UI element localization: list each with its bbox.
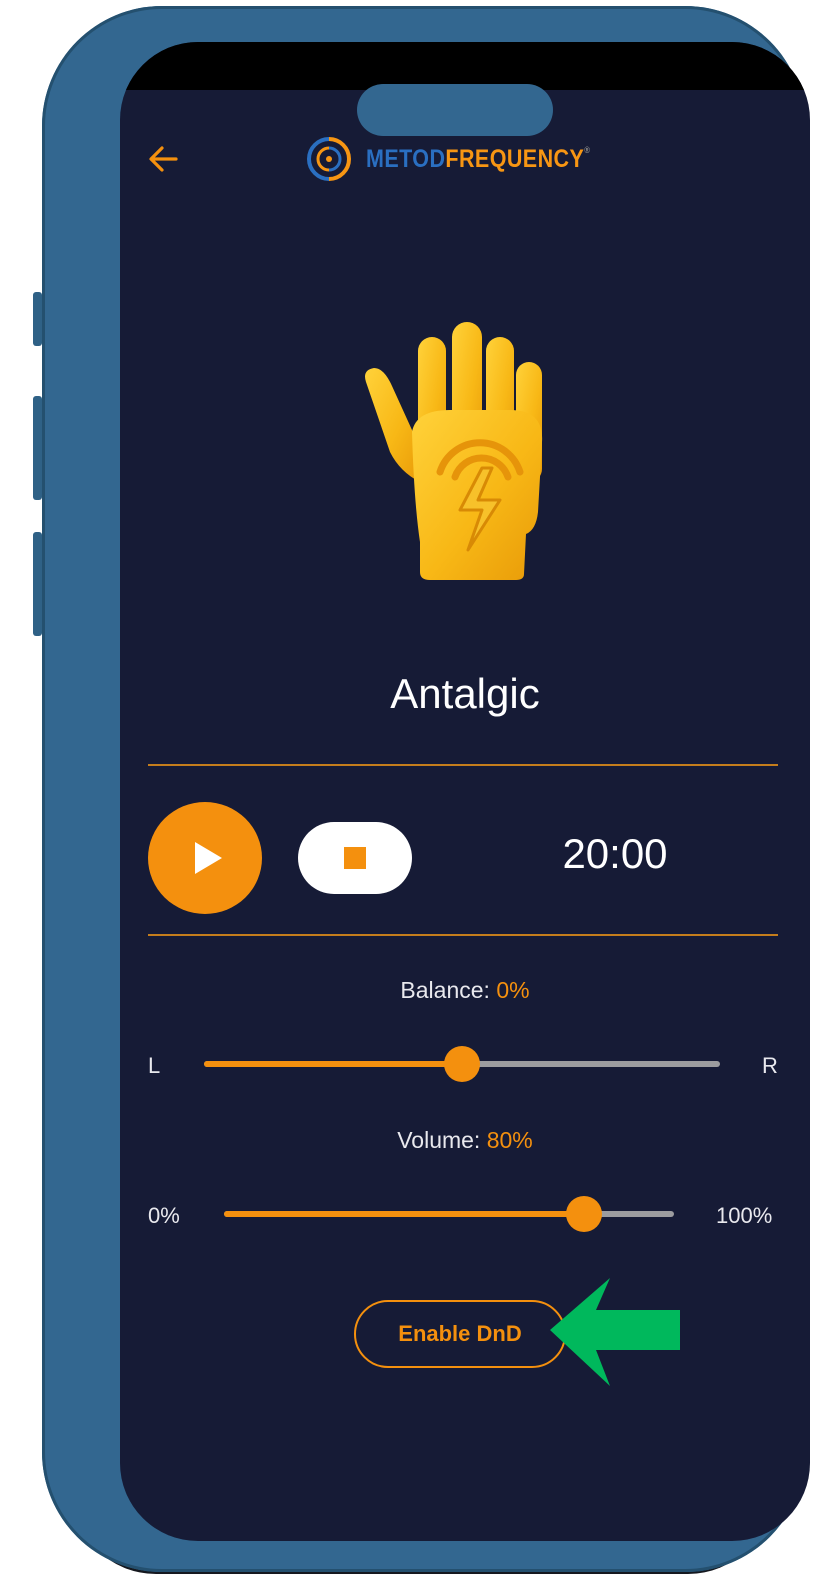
top-divider	[148, 764, 778, 766]
balance-label-row: Balance: 0%	[120, 977, 810, 1004]
balance-slider[interactable]	[204, 1046, 720, 1082]
volume-slider-thumb[interactable]	[566, 1196, 602, 1232]
device-frame: METODFREQUENCY® Antalgic 20:00 Balance: …	[42, 6, 810, 1572]
volume-slider[interactable]	[224, 1196, 674, 1232]
device-mute-switch	[33, 292, 42, 346]
balance-slider-thumb[interactable]	[444, 1046, 480, 1082]
device-volume-up	[33, 396, 42, 500]
balance-label: Balance:	[400, 977, 490, 1003]
arrow-left-icon[interactable]	[146, 142, 180, 176]
play-button[interactable]	[148, 802, 262, 914]
enable-dnd-button[interactable]: Enable DnD	[354, 1300, 566, 1368]
stop-button[interactable]	[298, 822, 412, 894]
device-volume-down	[33, 532, 42, 636]
logo-wordmark: METODFREQUENCY®	[366, 144, 591, 173]
green-pointer-arrow-icon	[550, 1278, 680, 1386]
volume-label: Volume:	[397, 1127, 481, 1153]
volume-value: 80%	[486, 1127, 533, 1153]
dynamic-island	[357, 84, 553, 136]
volume-label-row: Volume: 80%	[120, 1127, 810, 1154]
hand-lightning-icon	[365, 322, 543, 580]
bottom-divider	[148, 934, 778, 936]
volume-slider-fill	[224, 1211, 584, 1217]
balance-left-label: L	[148, 1053, 161, 1078]
play-icon	[195, 842, 222, 874]
program-title: Antalgic	[390, 670, 540, 717]
balance-value: 0%	[496, 977, 530, 1003]
app-screen: METODFREQUENCY® Antalgic 20:00 Balance: …	[120, 42, 810, 1541]
logo-target-icon	[307, 137, 351, 181]
stop-icon	[344, 847, 366, 869]
volume-min-label: 0%	[148, 1203, 180, 1228]
balance-right-label: R	[762, 1053, 778, 1078]
status-bar	[120, 42, 810, 90]
volume-max-label: 100%	[716, 1203, 773, 1228]
timer-display: 20:00	[562, 830, 668, 877]
balance-slider-fill	[204, 1061, 462, 1067]
app-logo: METODFREQUENCY®	[306, 136, 627, 182]
